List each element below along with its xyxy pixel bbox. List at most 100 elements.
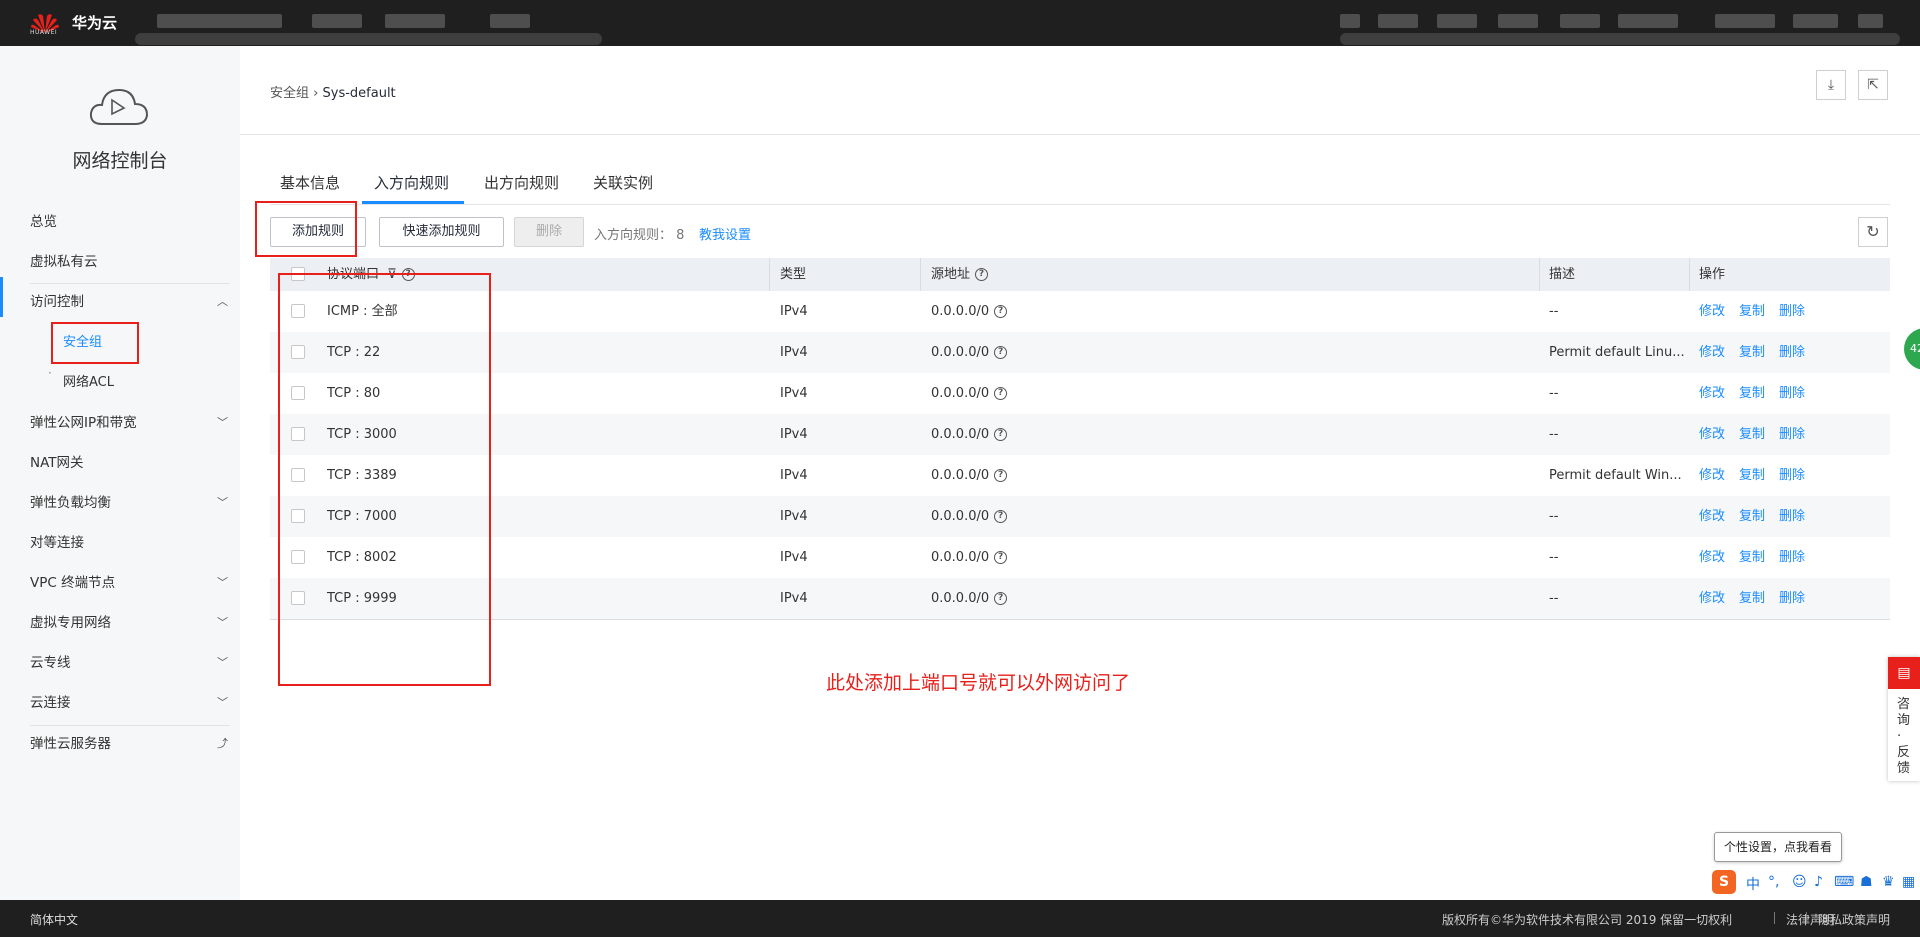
copy-link[interactable]: 复制 — [1739, 386, 1765, 401]
grid-icon[interactable]: ▦ — [1902, 874, 1915, 890]
tab-outbound-rules[interactable]: 出方向规则 — [484, 172, 559, 204]
delete-link[interactable]: 删除 — [1779, 591, 1805, 606]
delete-button[interactable]: 删除 — [514, 217, 584, 247]
description-cell: Permit default Linu... — [1549, 345, 1685, 360]
chevron-down-icon: ﹀ — [217, 416, 228, 429]
breadcrumb: 安全组 › Sys-default — [270, 82, 396, 101]
blurred-user — [1858, 14, 1883, 28]
edit-link[interactable]: 修改 — [1699, 304, 1725, 319]
delete-link[interactable]: 删除 — [1779, 427, 1805, 442]
help-icon[interactable]: ? — [994, 387, 1008, 400]
table-row: TCP : 8002 IPv4 0.0.0.0/0? -- 修改 复制 删除 — [270, 537, 1890, 578]
edit-link[interactable]: 修改 — [1699, 427, 1725, 442]
blurred-nav — [490, 14, 530, 28]
sidebar-item-vpcep[interactable]: VPC 终端节点 ﹀ — [0, 563, 240, 603]
copy-link[interactable]: 复制 — [1739, 591, 1765, 606]
sogou-ime-icon[interactable]: S — [1712, 870, 1736, 894]
type-cell: IPv4 — [780, 427, 808, 442]
help-icon[interactable]: ? — [994, 551, 1008, 564]
sidebar-item-vpn[interactable]: 虚拟专用网络 ﹀ — [0, 603, 240, 643]
feedback-widget[interactable]: ▤ 咨询·反馈 — [1888, 657, 1920, 781]
open-new-window-button[interactable]: ⇱ — [1858, 70, 1888, 100]
edit-link[interactable]: 修改 — [1699, 591, 1725, 606]
chevron-down-icon: ﹀ — [217, 656, 228, 669]
copy-link[interactable]: 复制 — [1739, 509, 1765, 524]
external-link-icon: ⇱ — [1867, 77, 1879, 93]
delete-link[interactable]: 删除 — [1779, 468, 1805, 483]
source-cell: 0.0.0.0/0? — [931, 414, 1431, 455]
edit-link[interactable]: 修改 — [1699, 345, 1725, 360]
blurred-nav — [135, 33, 602, 45]
punctuation-icon[interactable]: °, — [1768, 874, 1779, 890]
sidebar-item-network-acl[interactable]: 网络ACL — [63, 363, 114, 403]
copy-link[interactable]: 复制 — [1739, 550, 1765, 565]
sidebar-item-cloud-connect[interactable]: 云连接 ﹀ — [0, 683, 240, 723]
help-link[interactable]: 教我设置 — [699, 224, 751, 243]
type-cell: IPv4 — [780, 304, 808, 319]
edit-link[interactable]: 修改 — [1699, 509, 1725, 524]
help-icon[interactable]: ? — [994, 346, 1008, 359]
column-divider — [1689, 258, 1690, 291]
edit-link[interactable]: 修改 — [1699, 386, 1725, 401]
collapse-button[interactable]: ⤓ — [1816, 70, 1846, 100]
header-divider — [240, 134, 1920, 135]
emoji-icon[interactable]: ☺ — [1792, 874, 1807, 890]
help-icon[interactable]: ? — [994, 305, 1008, 318]
ime-tooltip[interactable]: 个性设置，点我看看 — [1714, 832, 1842, 862]
table-row: TCP : 3000 IPv4 0.0.0.0/0? -- 修改 复制 删除 — [270, 414, 1890, 455]
tab-associated-instances[interactable]: 关联实例 — [593, 172, 653, 204]
quick-add-rule-button[interactable]: 快速添加规则 — [379, 217, 504, 247]
skin-icon[interactable]: ♛ — [1882, 874, 1895, 890]
help-icon[interactable]: ? — [994, 469, 1008, 482]
operations-cell: 修改 复制 删除 — [1699, 291, 1879, 332]
user-icon[interactable]: ☗ — [1860, 874, 1873, 890]
microphone-icon[interactable]: ♪ — [1814, 874, 1823, 890]
delete-link[interactable]: 删除 — [1779, 386, 1805, 401]
ime-language-toggle[interactable]: 中 — [1746, 874, 1760, 894]
brand-name[interactable]: 华为云 — [72, 12, 117, 33]
notification-badge[interactable]: 42 — [1904, 328, 1920, 370]
column-divider — [1539, 258, 1540, 291]
sidebar-item-eip[interactable]: 弹性公网IP和带宽 ﹀ — [0, 403, 240, 443]
copy-link[interactable]: 复制 — [1739, 345, 1765, 360]
copy-link[interactable]: 复制 — [1739, 427, 1765, 442]
chevron-down-icon: ﹀ — [217, 616, 228, 629]
description-cell: Permit default Win... — [1549, 468, 1682, 483]
source-cell: 0.0.0.0/0? — [931, 455, 1431, 496]
chat-icon: ▤ — [1888, 657, 1920, 689]
copy-link[interactable]: 复制 — [1739, 468, 1765, 483]
help-icon[interactable]: ? — [994, 510, 1008, 523]
sidebar-item-overview[interactable]: 总览 — [0, 202, 240, 242]
type-cell: IPv4 — [780, 345, 808, 360]
sidebar-item-direct-connect[interactable]: 云专线 ﹀ — [0, 643, 240, 683]
sidebar-item-ecs[interactable]: 弹性云服务器 ⤴ — [0, 724, 240, 764]
delete-link[interactable]: 删除 — [1779, 509, 1805, 524]
operations-cell: 修改 复制 删除 — [1699, 332, 1879, 373]
help-icon[interactable]: ? — [975, 268, 989, 281]
sidebar-item-elb[interactable]: 弹性负载均衡 ﹀ — [0, 483, 240, 523]
delete-link[interactable]: 删除 — [1779, 550, 1805, 565]
sidebar-item-access-control[interactable]: 访问控制 ︿ — [0, 282, 240, 322]
sidebar-item-nat[interactable]: NAT网关 — [0, 443, 240, 483]
keyboard-icon[interactable]: ⌨ — [1834, 874, 1854, 890]
language-selector[interactable]: 简体中文 — [30, 911, 78, 928]
tab-basic-info[interactable]: 基本信息 — [280, 172, 340, 204]
sidebar-item-peering[interactable]: 对等连接 — [0, 523, 240, 563]
delete-link[interactable]: 删除 — [1779, 304, 1805, 319]
table-bottom-border — [270, 619, 1890, 620]
breadcrumb-parent[interactable]: 安全组 — [270, 86, 309, 101]
sidebar: 网络控制台 总览 虚拟私有云 访问控制 ︿ 安全组 · 网络ACL 弹性公网IP和… — [0, 46, 240, 900]
edit-link[interactable]: 修改 — [1699, 550, 1725, 565]
operations-cell: 修改 复制 删除 — [1699, 496, 1879, 537]
edit-link[interactable]: 修改 — [1699, 468, 1725, 483]
tab-inbound-rules[interactable]: 入方向规则 — [374, 172, 449, 204]
copy-link[interactable]: 复制 — [1739, 304, 1765, 319]
delete-link[interactable]: 删除 — [1779, 345, 1805, 360]
privacy-link[interactable]: 隐私政策声明 — [1818, 911, 1890, 928]
refresh-button[interactable]: ↻ — [1858, 217, 1888, 247]
help-icon[interactable]: ? — [994, 428, 1008, 441]
tabs-divider — [270, 204, 1890, 205]
help-icon[interactable]: ? — [994, 592, 1008, 605]
bullet-icon: · — [48, 366, 52, 380]
sidebar-item-vpc[interactable]: 虚拟私有云 — [0, 242, 240, 282]
